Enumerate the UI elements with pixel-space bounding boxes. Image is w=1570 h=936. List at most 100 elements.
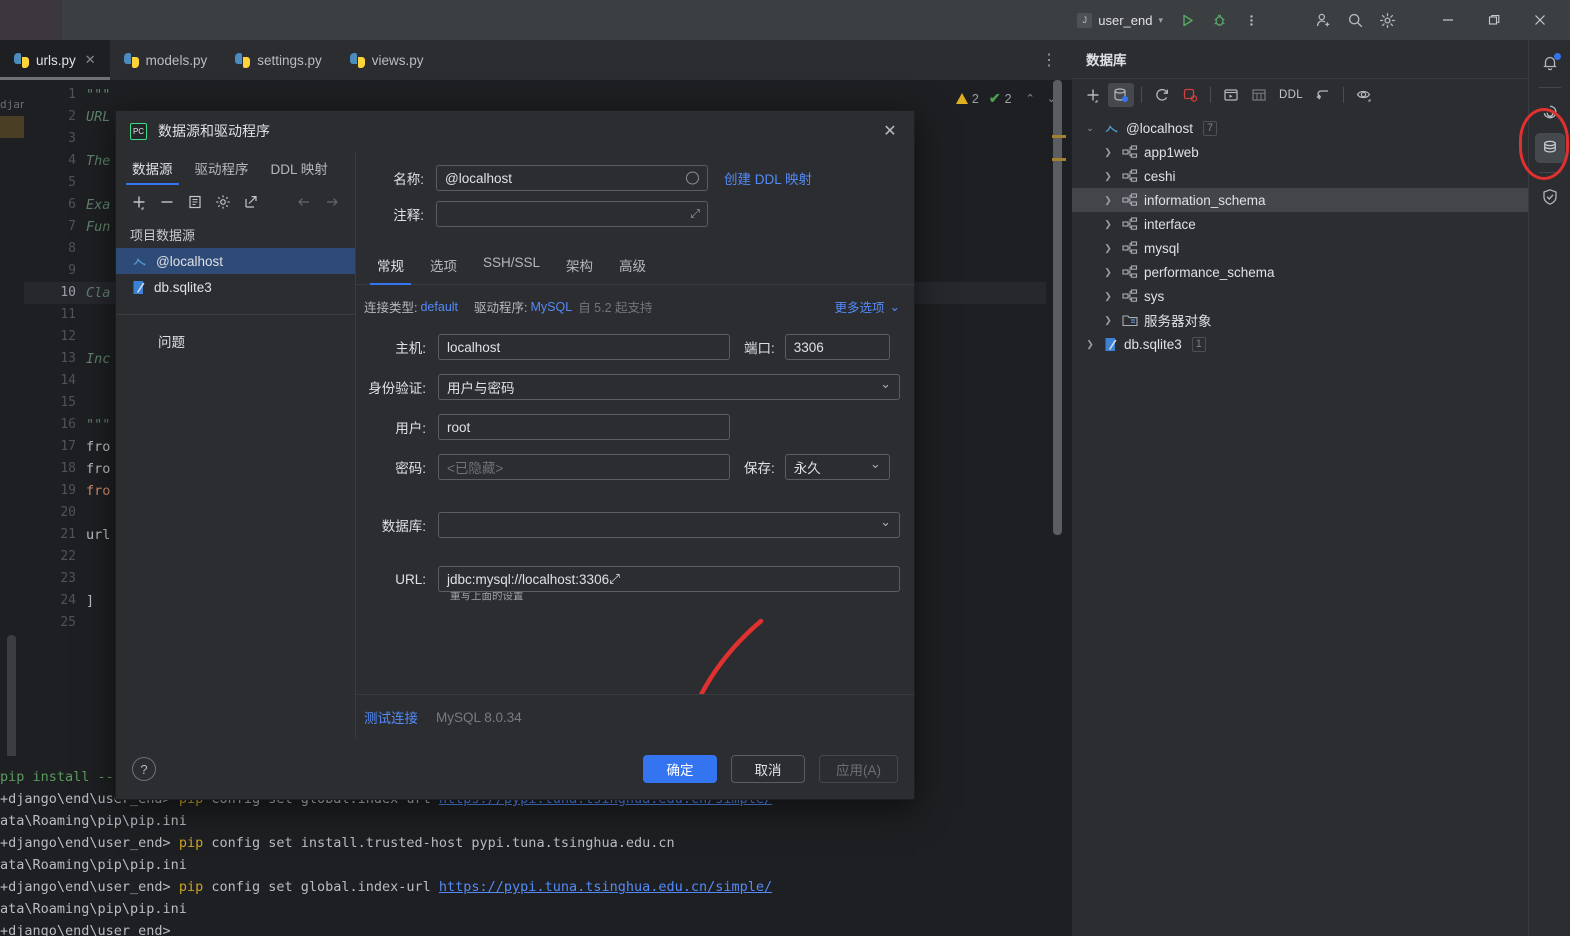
datasource-item-sqlite[interactable]: db.sqlite3 xyxy=(116,274,355,300)
tree-node--localhost[interactable]: ⌄ @localhost 7 xyxy=(1072,116,1528,140)
close-window-button[interactable] xyxy=(1518,0,1562,40)
chevron-right-icon[interactable]: ❯ xyxy=(1100,219,1116,230)
tab-data-sources[interactable]: 数据源 xyxy=(122,151,183,185)
expand-editor-icon[interactable]: ⤢ xyxy=(690,207,700,222)
tree-node-mysql[interactable]: ❯ mysql xyxy=(1072,236,1528,260)
datasource-properties-icon[interactable] xyxy=(1108,82,1134,107)
create-ddl-mapping-link[interactable]: 创建 DDL 映射 xyxy=(724,168,812,188)
back-icon[interactable] xyxy=(291,190,317,214)
inspection-widget[interactable]: 2 ✔ 2 ⌃ ⌄ xyxy=(955,90,1060,107)
chevron-right-icon[interactable]: ❯ xyxy=(1100,147,1116,158)
tree-node-performance-schema[interactable]: ❯ performance_schema xyxy=(1072,260,1528,284)
expand-editor-icon[interactable]: ⤢ xyxy=(609,571,620,587)
tree-node-ceshi[interactable]: ❯ ceshi xyxy=(1072,164,1528,188)
close-icon[interactable]: ✕ xyxy=(85,52,96,68)
stop-icon[interactable] xyxy=(1177,83,1203,107)
chevron-right-icon[interactable]: ❯ xyxy=(1100,243,1116,254)
tab-options[interactable]: 选项 xyxy=(417,249,470,284)
test-connection-link[interactable]: 测试连接 xyxy=(364,707,418,727)
console-icon[interactable] xyxy=(1218,83,1244,107)
tree-node-服务器对象[interactable]: ❯ 服务器对象 xyxy=(1072,308,1528,332)
color-picker-icon[interactable] xyxy=(686,171,699,185)
security-icon[interactable] xyxy=(1535,182,1565,212)
forward-icon[interactable] xyxy=(319,190,345,214)
search-icon[interactable] xyxy=(1340,5,1370,35)
minimize-window-button[interactable] xyxy=(1426,0,1470,40)
database-select[interactable] xyxy=(438,512,900,538)
password-input[interactable]: <已隐藏> xyxy=(438,454,730,480)
jump-to-icon[interactable] xyxy=(1310,83,1336,107)
code-line[interactable]: """ xyxy=(86,84,1046,106)
ai-assistant-icon[interactable] xyxy=(1535,97,1565,127)
save-select[interactable]: 永久 xyxy=(784,454,890,480)
apply-button[interactable]: 应用(A) xyxy=(819,755,898,783)
help-icon[interactable]: ? xyxy=(132,757,156,781)
share-icon[interactable] xyxy=(238,190,264,214)
settings-icon[interactable] xyxy=(1372,5,1402,35)
auth-select[interactable]: 用户与密码 xyxy=(438,374,900,400)
chevron-down-icon[interactable]: ⌄ xyxy=(1082,123,1098,134)
tab-schema[interactable]: 架构 xyxy=(553,249,606,284)
url-input[interactable]: jdbc:mysql://localhost:3306 ⤢ xyxy=(438,566,900,592)
run-icon[interactable] xyxy=(1172,5,1202,35)
add-user-icon[interactable] xyxy=(1308,5,1338,35)
chevron-right-icon[interactable]: ❯ xyxy=(1100,291,1116,302)
chevron-right-icon[interactable]: ❯ xyxy=(1100,195,1116,206)
tab-settings-py[interactable]: settings.py xyxy=(221,40,336,80)
chevron-right-icon[interactable]: ❯ xyxy=(1100,171,1116,182)
connection-type-value[interactable]: default xyxy=(420,300,458,314)
tab-urls-py[interactable]: urls.py ✕ xyxy=(0,40,110,80)
chevron-right-icon[interactable]: ❯ xyxy=(1100,315,1116,326)
restore-window-button[interactable] xyxy=(1472,0,1516,40)
console-text: config set global.index-url xyxy=(203,879,439,895)
host-input[interactable]: localhost xyxy=(438,334,730,360)
tab-general[interactable]: 常规 xyxy=(364,249,417,285)
settings-icon[interactable] xyxy=(210,190,236,214)
tab-views-py[interactable]: views.py xyxy=(336,40,438,80)
more-actions-icon[interactable] xyxy=(1236,5,1266,35)
ddl-icon[interactable]: DDL xyxy=(1274,83,1308,107)
chevron-right-icon[interactable]: ❯ xyxy=(1100,267,1116,278)
line-number: 10 xyxy=(24,282,86,304)
tab-advanced[interactable]: 高级 xyxy=(606,249,659,284)
comment-input[interactable]: ⤢ xyxy=(436,201,708,227)
add-datasource-icon[interactable] xyxy=(126,190,152,214)
previous-problem-icon[interactable]: ⌃ xyxy=(1022,92,1039,105)
more-options-link[interactable]: 更多选项 ⌄ xyxy=(835,297,901,316)
left-scroll-handle[interactable] xyxy=(7,635,16,756)
tree-node-interface[interactable]: ❯ interface xyxy=(1072,212,1528,236)
editor-scrollbar[interactable] xyxy=(1052,80,1068,756)
database-tree[interactable]: ⌄ @localhost 7 ❯ app1web ❯ ceshi ❯ information_s… xyxy=(1072,110,1528,356)
notifications-icon[interactable] xyxy=(1535,48,1565,78)
tree-node-db-sqlite3[interactable]: ❯ db.sqlite3 1 xyxy=(1072,332,1528,356)
tree-node-sys[interactable]: ❯ sys xyxy=(1072,284,1528,308)
tab-ssh-ssl[interactable]: SSH/SSL xyxy=(470,249,553,284)
copy-datasource-icon[interactable] xyxy=(182,190,208,214)
tab-models-py[interactable]: models.py xyxy=(110,40,222,80)
database-icon[interactable] xyxy=(1534,133,1565,163)
table-icon[interactable] xyxy=(1246,83,1272,107)
run-configuration-selector[interactable]: J user_end ▾ xyxy=(1070,10,1170,31)
ok-button[interactable]: 确定 xyxy=(643,755,717,783)
tab-drivers[interactable]: 驱动程序 xyxy=(185,151,259,185)
tree-node-information-schema[interactable]: ❯ information_schema xyxy=(1072,188,1528,212)
remove-datasource-icon[interactable] xyxy=(154,190,180,214)
name-input[interactable]: @localhost xyxy=(436,165,708,191)
preview-icon[interactable] xyxy=(1351,83,1377,107)
refresh-icon[interactable] xyxy=(1149,83,1175,107)
add-icon[interactable] xyxy=(1080,83,1106,107)
console-link[interactable]: https://pypi.tuna.tsinghua.edu.cn/simple… xyxy=(439,879,772,895)
chevron-right-icon[interactable]: ❯ xyxy=(1082,339,1098,350)
cancel-button[interactable]: 取消 xyxy=(731,755,805,783)
tab-ddl-mappings[interactable]: DDL 映射 xyxy=(261,151,338,185)
editor-scrollbar-thumb[interactable] xyxy=(1053,80,1062,535)
driver-value[interactable]: MySQL xyxy=(531,300,573,314)
debug-icon[interactable] xyxy=(1204,5,1234,35)
port-input[interactable]: 3306 xyxy=(784,334,890,360)
user-input[interactable]: root xyxy=(438,414,730,440)
editor-tabs-more-icon[interactable]: ⋮ xyxy=(1027,40,1072,80)
close-icon[interactable]: ✕ xyxy=(876,117,904,145)
datasource-item-localhost[interactable]: @localhost xyxy=(116,248,355,274)
tree-node-app1web[interactable]: ❯ app1web xyxy=(1072,140,1528,164)
line-number: 1 xyxy=(68,87,76,102)
